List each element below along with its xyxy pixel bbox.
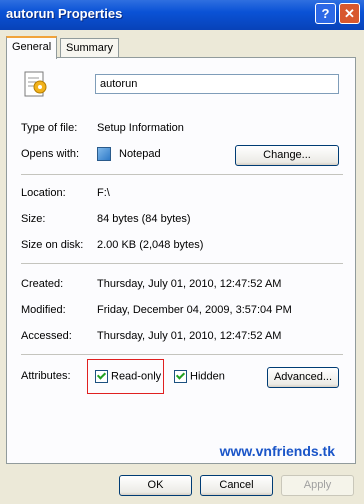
- help-button[interactable]: ?: [315, 3, 336, 24]
- type-value: Setup Information: [97, 122, 184, 134]
- size-on-disk-label: Size on disk:: [21, 239, 84, 251]
- attributes-label: Attributes:: [21, 370, 71, 382]
- apply-button[interactable]: Apply: [281, 475, 354, 496]
- opens-label: Opens with:: [21, 148, 80, 160]
- separator: [21, 174, 343, 175]
- advanced-button[interactable]: Advanced...: [267, 367, 339, 388]
- location-label: Location:: [21, 187, 66, 199]
- modified-value: Friday, December 04, 2009, 3:57:04 PM: [97, 304, 292, 316]
- check-icon: [174, 370, 187, 383]
- opens-value: Notepad: [119, 148, 161, 160]
- size-value: 84 bytes (84 bytes): [97, 213, 191, 225]
- separator: [21, 263, 343, 264]
- notepad-icon: [97, 147, 111, 161]
- tab-general[interactable]: General: [6, 36, 58, 59]
- watermark-text: www.vnfriends.tk: [219, 443, 335, 459]
- accessed-value: Thursday, July 01, 2010, 12:47:52 AM: [97, 330, 282, 342]
- tab-summary[interactable]: Summary: [60, 38, 120, 57]
- hidden-label: Hidden: [190, 370, 225, 383]
- window-title: autorun Properties: [6, 6, 123, 21]
- close-button[interactable]: ✕: [339, 3, 360, 24]
- location-value: F:\: [97, 187, 110, 199]
- created-label: Created:: [21, 278, 64, 290]
- readonly-label: Read-only: [111, 370, 162, 383]
- file-name-input[interactable]: autorun: [95, 74, 339, 94]
- modified-label: Modified:: [21, 304, 66, 316]
- general-panel: autorun Type of file: Setup Information …: [6, 57, 356, 464]
- readonly-checkbox[interactable]: Read-only: [95, 370, 161, 383]
- title-bar: autorun Properties ? ✕: [0, 0, 364, 30]
- check-icon: [95, 370, 108, 383]
- hidden-checkbox[interactable]: Hidden: [174, 370, 225, 383]
- size-on-disk-value: 2.00 KB (2,048 bytes): [97, 239, 204, 251]
- cancel-button[interactable]: Cancel: [200, 475, 273, 496]
- ok-button[interactable]: OK: [119, 475, 192, 496]
- accessed-label: Accessed:: [21, 330, 72, 342]
- setup-info-icon: [23, 70, 49, 98]
- change-button[interactable]: Change...: [235, 145, 339, 166]
- type-label: Type of file:: [21, 122, 78, 134]
- created-value: Thursday, July 01, 2010, 12:47:52 AM: [97, 278, 282, 290]
- separator: [21, 354, 343, 355]
- size-label: Size:: [21, 213, 46, 225]
